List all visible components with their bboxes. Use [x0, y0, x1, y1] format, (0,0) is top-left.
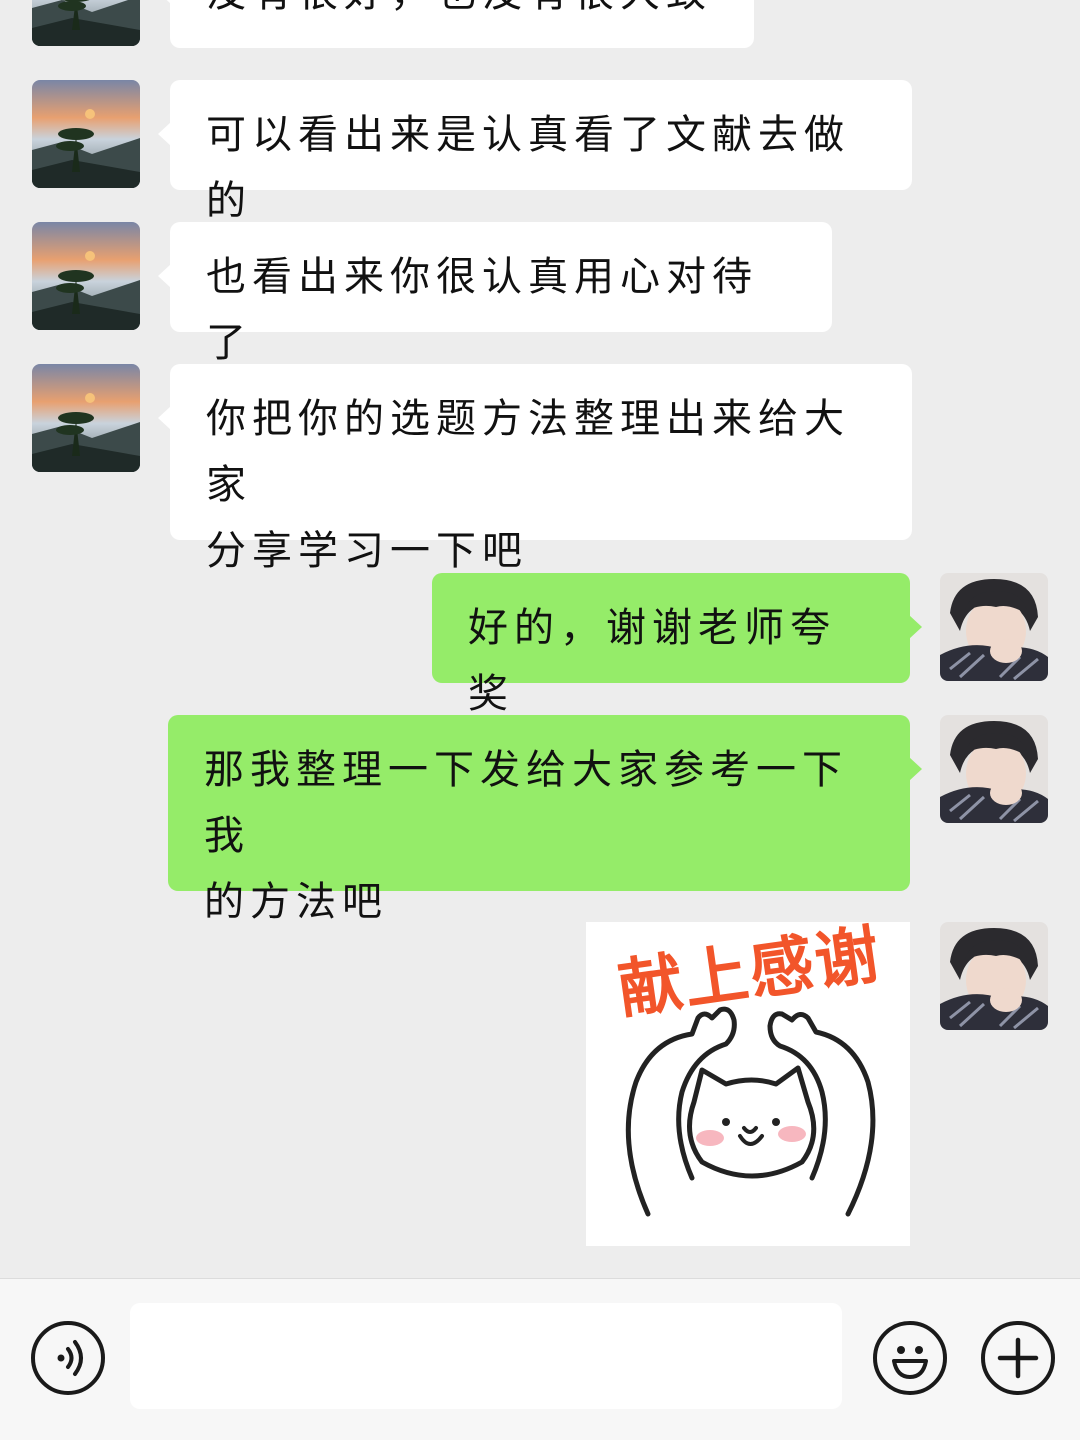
- message-text: 可以看出来是认真看了文献去做的: [206, 112, 850, 224]
- message-bubble-incoming[interactable]: 你把你的选题方法整理出来给大家 分享学习一下吧: [158, 364, 912, 574]
- teacher-avatar[interactable]: [32, 222, 140, 330]
- teacher-avatar[interactable]: [32, 0, 140, 46]
- message-text: 好的，谢谢老师夸奖: [468, 605, 836, 717]
- plus-icon: [997, 1337, 1039, 1379]
- emoji-button[interactable]: [873, 1321, 947, 1395]
- message-text: 也看出来你很认真用心对待了: [206, 254, 758, 366]
- my-avatar[interactable]: [940, 715, 1048, 823]
- message-text-line: 那我整理一下发给大家参考一下我: [204, 747, 848, 859]
- chat-screen: 没有很好，也没有很大致: [0, 0, 1080, 1440]
- message-list[interactable]: 没有很好，也没有很大致: [0, 0, 1080, 1278]
- message-input[interactable]: [130, 1303, 842, 1409]
- cat-sticker-icon: [625, 1006, 876, 1217]
- message-bubble-incoming[interactable]: 也看出来你很认真用心对待了: [158, 222, 832, 366]
- sticker-message[interactable]: 献上感谢: [586, 922, 910, 1246]
- teacher-avatar[interactable]: [32, 364, 140, 472]
- plus-button[interactable]: [981, 1321, 1055, 1395]
- my-avatar[interactable]: [940, 573, 1048, 681]
- input-bar: [0, 1278, 1080, 1440]
- my-avatar[interactable]: [940, 922, 1048, 1030]
- teacher-avatar[interactable]: [32, 80, 140, 188]
- voice-icon: [57, 1340, 83, 1376]
- message-bubble-incoming[interactable]: 没有很好，也没有很大致: [158, 0, 754, 48]
- emoji-icon: [892, 1346, 928, 1379]
- message-bubble-incoming[interactable]: 可以看出来是认真看了文献去做的: [158, 80, 912, 224]
- voice-button[interactable]: [31, 1321, 105, 1395]
- message-bubble-outgoing[interactable]: 那我整理一下发给大家参考一下我 的方法吧: [168, 715, 922, 925]
- message-text: 没有很好，也没有很大致: [206, 0, 718, 26]
- message-text-line: 你把你的选题方法整理出来给大家: [206, 396, 850, 508]
- message-bubble-outgoing[interactable]: 好的，谢谢老师夸奖: [432, 573, 922, 717]
